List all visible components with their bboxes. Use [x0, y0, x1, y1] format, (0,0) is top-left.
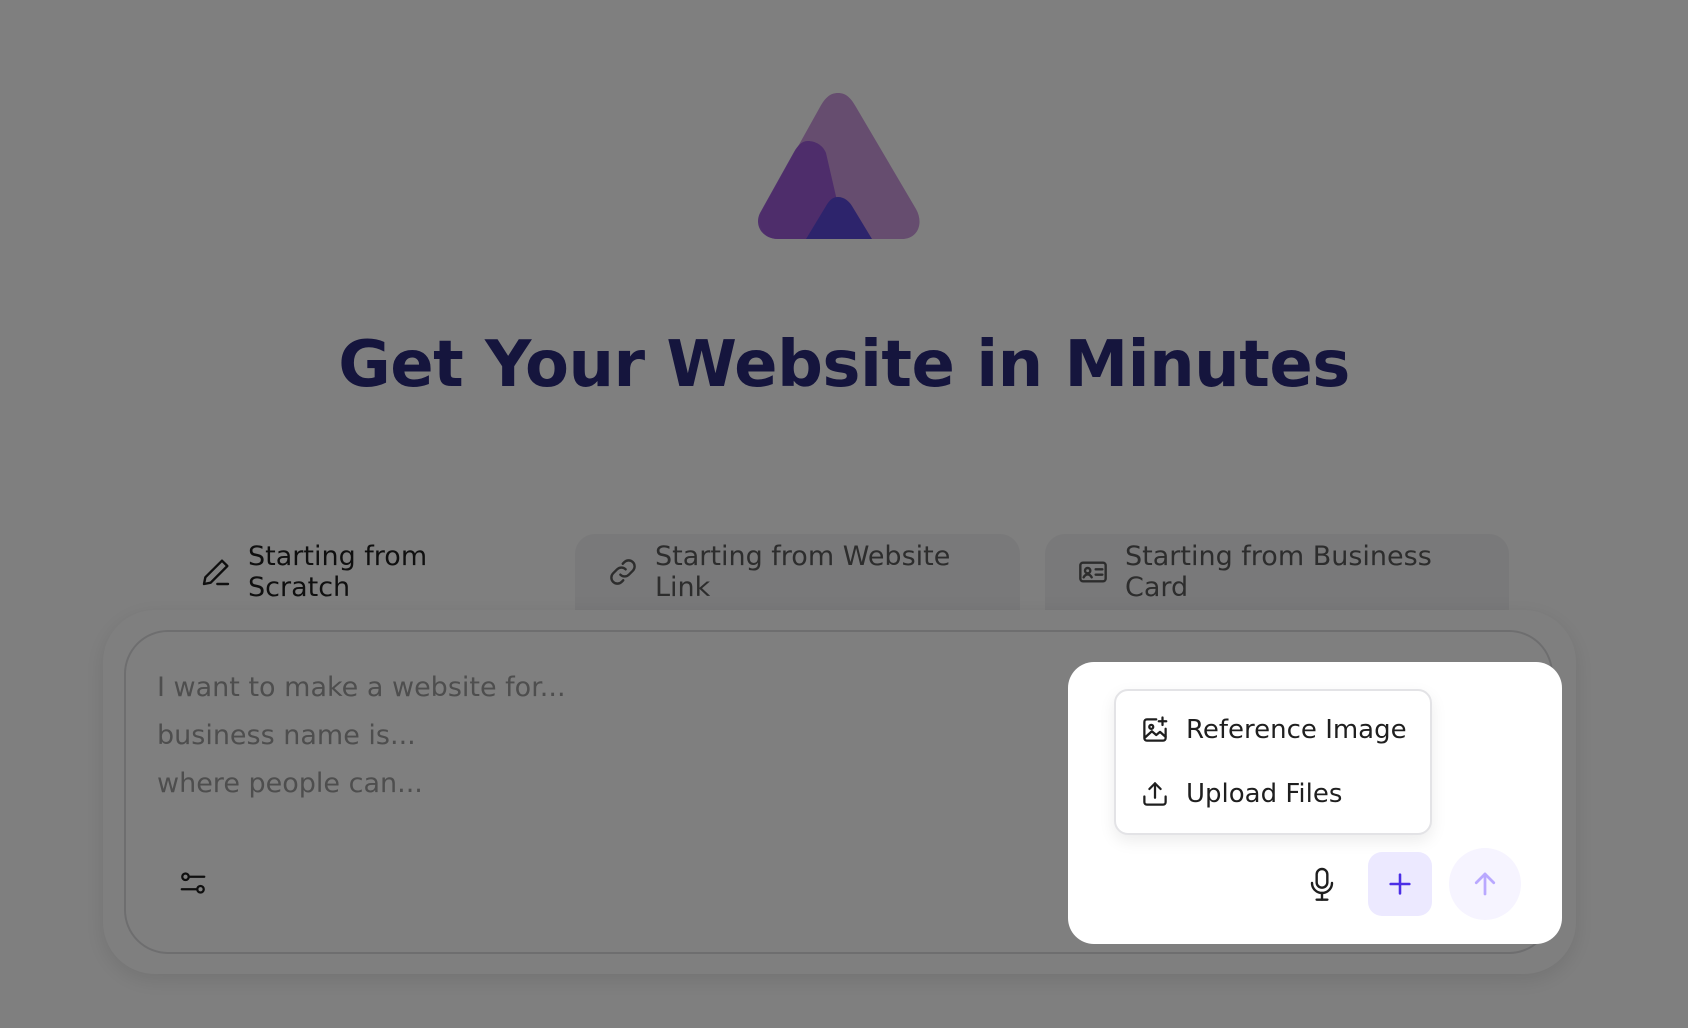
menu-item-label: Upload Files	[1186, 779, 1343, 809]
upload-icon	[1143, 782, 1167, 806]
brand-logo	[758, 93, 920, 239]
pencil-icon	[202, 559, 230, 586]
plus-icon	[1389, 873, 1411, 895]
arrow-up-icon	[1474, 872, 1496, 896]
tab-label: Starting from Business Card	[1125, 541, 1432, 603]
tab-label: Starting from Scratch	[248, 541, 428, 603]
attach-button[interactable]	[1368, 852, 1432, 916]
page-title: Get Your Website in Minutes	[338, 328, 1350, 402]
microphone-button[interactable]	[1300, 862, 1344, 908]
tab-label: Starting from Website Link	[655, 541, 951, 603]
send-button[interactable]	[1449, 848, 1521, 920]
microphone-icon	[1310, 867, 1334, 901]
menu-item-upload-files[interactable]: Upload Files	[1140, 779, 1342, 809]
menu-item-label: Reference Image	[1186, 715, 1407, 745]
sliders-icon	[180, 872, 206, 894]
tab-starting-from-business-card[interactable]: Starting from Business Card	[1045, 534, 1509, 610]
image-add-icon	[1143, 716, 1168, 742]
attach-menu: Reference Image Upload Files	[1114, 689, 1432, 835]
prompt-placeholder-line: where people can...	[157, 768, 423, 799]
settings-button[interactable]	[170, 860, 216, 906]
link-icon	[610, 559, 636, 585]
prompt-placeholder-line: business name is...	[157, 720, 416, 751]
tab-starting-from-website-link[interactable]: Starting from Website Link	[575, 534, 1020, 610]
menu-item-reference-image[interactable]: Reference Image	[1140, 715, 1407, 745]
prompt-placeholder-line: I want to make a website for...	[157, 672, 566, 703]
tab-starting-from-scratch[interactable]: Starting from Scratch	[168, 534, 550, 610]
id-card-icon	[1079, 561, 1107, 583]
